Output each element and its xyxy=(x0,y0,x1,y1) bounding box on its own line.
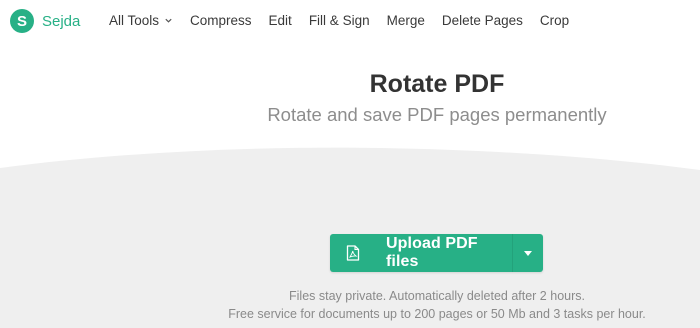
brand-name: Sejda xyxy=(42,12,81,30)
top-header: S Sejda All Tools Compress Edit Fill & S… xyxy=(0,0,700,42)
nav-item-fill-sign[interactable]: Fill & Sign xyxy=(309,13,370,28)
nav-item-label: Delete Pages xyxy=(441,13,523,28)
pdf-file-icon xyxy=(346,245,360,261)
drop-area[interactable] xyxy=(0,0,700,328)
nav-item-crop[interactable]: Crop xyxy=(540,13,569,28)
nav-item-all-tools[interactable]: All Tools xyxy=(109,13,173,28)
nav-item-label: Fill & Sign xyxy=(308,13,370,28)
nav-item-compress[interactable]: Compress xyxy=(190,13,252,28)
nav-item-label: Merge xyxy=(386,13,425,28)
upload-options-dropdown[interactable] xyxy=(513,234,543,272)
nav-item-label: Edit xyxy=(268,13,292,28)
upload-pdf-button[interactable]: Upload PDF files xyxy=(330,234,512,272)
caret-down-icon xyxy=(524,250,532,256)
nav-item-delete-pages[interactable]: Delete Pages xyxy=(442,13,523,28)
nav-item-label: All Tools xyxy=(109,13,160,28)
sejda-logo-icon: S xyxy=(10,9,34,33)
chevron-down-icon xyxy=(165,18,172,23)
main-nav: All Tools Compress Edit Fill & Sign Merg… xyxy=(109,13,569,28)
nav-item-label: Compress xyxy=(190,13,252,28)
nav-item-label: Crop xyxy=(539,13,570,28)
page-title: Rotate PDF xyxy=(369,70,505,98)
brand-logo[interactable]: S Sejda xyxy=(10,9,80,33)
upload-button-label: Upload PDF files xyxy=(386,235,478,270)
limits-note: Free service for documents up to 200 pag… xyxy=(228,307,646,321)
page-subtitle: Rotate and save PDF pages permanently xyxy=(267,104,607,125)
nav-item-edit[interactable]: Edit xyxy=(269,13,292,28)
privacy-note: Files stay private. Automatically delete… xyxy=(289,289,585,303)
upload-button-group: Upload PDF files xyxy=(330,234,543,272)
page: S Sejda All Tools Compress Edit Fill & S… xyxy=(0,0,700,328)
nav-item-merge[interactable]: Merge xyxy=(387,13,425,28)
